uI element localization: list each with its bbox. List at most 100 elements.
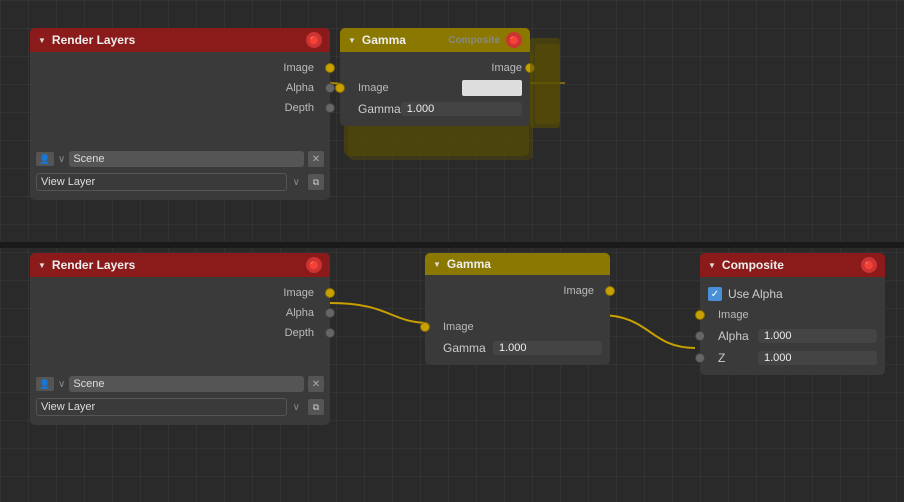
gamma-value-field[interactable]: 1.000: [493, 341, 602, 355]
node-body: Image Alpha Depth 👤 ∨ Scene ✕ View Laye: [30, 277, 330, 425]
node-title: Gamma: [447, 257, 602, 271]
gamma-value: 1.000: [407, 103, 435, 115]
scene-icon: 👤: [36, 377, 54, 391]
bottom-render-layers-header: ▼ Render Layers 🔴: [30, 253, 330, 277]
scene-row: 👤 ∨ Scene ✕: [30, 148, 330, 170]
depth-socket: [325, 328, 335, 338]
use-alpha-row: ✓ Use Alpha: [700, 283, 885, 305]
gamma-label: Gamma: [433, 341, 493, 355]
z-value-field[interactable]: 1.000: [758, 351, 877, 365]
z-socket: [695, 353, 705, 363]
node-title: Gamma: [362, 33, 428, 47]
scene-clear-button[interactable]: ✕: [308, 151, 324, 167]
view-layer-chevron[interactable]: ∨: [293, 177, 300, 188]
image-label: Image: [38, 62, 322, 74]
gamma-row: Gamma 1.000: [425, 337, 610, 359]
collapse-triangle[interactable]: ▼: [38, 261, 46, 270]
image-output-row: Image: [30, 58, 330, 78]
z-label: Z: [708, 351, 758, 365]
alpha-label: Alpha: [708, 329, 758, 343]
use-alpha-label: Use Alpha: [728, 287, 783, 301]
view-layer-dropdown[interactable]: View Layer: [36, 398, 287, 416]
depth-output-row: Depth: [30, 323, 330, 343]
scene-chevron[interactable]: ∨: [58, 154, 65, 165]
depth-socket: [325, 103, 335, 113]
bottom-composite-node: ▼ Composite 🔴 ✓ Use Alpha Image Alpha 1.…: [700, 253, 885, 375]
scene-clear-button[interactable]: ✕: [308, 376, 324, 392]
use-alpha-checkbox[interactable]: ✓: [708, 287, 722, 301]
image-out-label: Image: [348, 62, 522, 74]
panel-divider: [0, 242, 904, 248]
bottom-composite-header: ▼ Composite 🔴: [700, 253, 885, 277]
scene-dropdown[interactable]: Scene: [69, 376, 304, 392]
node-body: Image Image Gamma 1.000: [340, 52, 530, 126]
gamma-row: Gamma 1.000: [340, 98, 530, 120]
image-in-row: Image: [700, 305, 885, 325]
scene-chevron[interactable]: ∨: [58, 379, 65, 390]
view-layer-dropdown[interactable]: View Layer: [36, 173, 287, 191]
alpha-output-row: Alpha: [30, 303, 330, 323]
bottom-gamma-node: ▼ Gamma Image Image Gamma 1.000: [425, 253, 610, 365]
node-body: Image Alpha Depth 👤 ∨ Scene ✕ View Laye: [30, 52, 330, 200]
ghost-composite-side2: [535, 44, 560, 124]
alpha-label: Alpha: [38, 307, 322, 319]
image-label: Image: [708, 309, 877, 321]
image-in-socket: [695, 310, 705, 320]
bottom-gamma-header: ▼ Gamma: [425, 253, 610, 275]
z-value: 1.000: [764, 352, 792, 364]
alpha-value: 1.000: [764, 330, 792, 342]
image-out-label: Image: [433, 285, 602, 297]
collapse-triangle[interactable]: ▼: [348, 36, 356, 45]
view-layer-chevron[interactable]: ∨: [293, 402, 300, 413]
scene-row: 👤 ∨ Scene ✕: [30, 373, 330, 395]
top-panel: ▼ Render Layers 🔴 Image Alpha Depth 👤 ∨: [0, 0, 904, 242]
image-out-row: Image: [340, 58, 530, 78]
render-icon: 🔴: [306, 32, 322, 48]
image-output-row: Image: [30, 283, 330, 303]
top-gamma-header: ▼ Gamma Composite 🔴: [340, 28, 530, 52]
scene-dropdown[interactable]: Scene: [69, 151, 304, 167]
image-in-socket: [420, 322, 430, 332]
alpha-label: Alpha: [38, 82, 322, 94]
depth-output-row: Depth: [30, 98, 330, 118]
node-title: Render Layers: [52, 33, 300, 47]
image-label: Image: [38, 287, 322, 299]
z-row: Z 1.000: [700, 347, 885, 369]
composite-icon: 🔴: [861, 257, 877, 273]
render-icon: 🔴: [506, 32, 522, 48]
view-layer-row: View Layer ∨ ⧉: [30, 395, 330, 419]
image-socket: [325, 63, 335, 73]
depth-label: Depth: [38, 102, 322, 114]
image-in-row: Image: [425, 317, 610, 337]
alpha-row: Alpha 1.000: [700, 325, 885, 347]
node-title: Render Layers: [52, 258, 300, 272]
gamma-label: Gamma: [348, 102, 401, 116]
alpha-value-field[interactable]: 1.000: [758, 329, 877, 343]
image-in-label: Image: [348, 82, 462, 94]
image-socket: [325, 288, 335, 298]
node-body: ✓ Use Alpha Image Alpha 1.000 Z: [700, 277, 885, 375]
alpha-socket: [325, 308, 335, 318]
image-out-row: Image: [425, 281, 610, 301]
composite-overlay-label: Composite: [434, 35, 500, 46]
collapse-triangle[interactable]: ▼: [708, 261, 716, 270]
gamma-value-field[interactable]: 1.000: [401, 102, 522, 116]
alpha-output-row: Alpha: [30, 78, 330, 98]
copy-button[interactable]: ⧉: [308, 174, 324, 190]
copy-button[interactable]: ⧉: [308, 399, 324, 415]
alpha-socket: [695, 331, 705, 341]
gamma-value: 1.000: [499, 342, 527, 354]
collapse-triangle[interactable]: ▼: [433, 260, 441, 269]
collapse-triangle[interactable]: ▼: [38, 36, 46, 45]
top-render-layers-header: ▼ Render Layers 🔴: [30, 28, 330, 52]
image-out-socket: [605, 286, 615, 296]
image-in-label: Image: [433, 321, 602, 333]
top-gamma-node: ▼ Gamma Composite 🔴 Image Image Gamma 1.…: [340, 28, 530, 126]
bottom-panel: ▼ Render Layers 🔴 Image Alpha Depth 👤 ∨: [0, 248, 904, 502]
node-title: Composite: [722, 258, 855, 272]
top-render-layers-node: ▼ Render Layers 🔴 Image Alpha Depth 👤 ∨: [30, 28, 330, 200]
scene-icon: 👤: [36, 152, 54, 166]
image-in-row: Image: [340, 78, 530, 98]
image-field[interactable]: [462, 80, 522, 96]
depth-label: Depth: [38, 327, 322, 339]
